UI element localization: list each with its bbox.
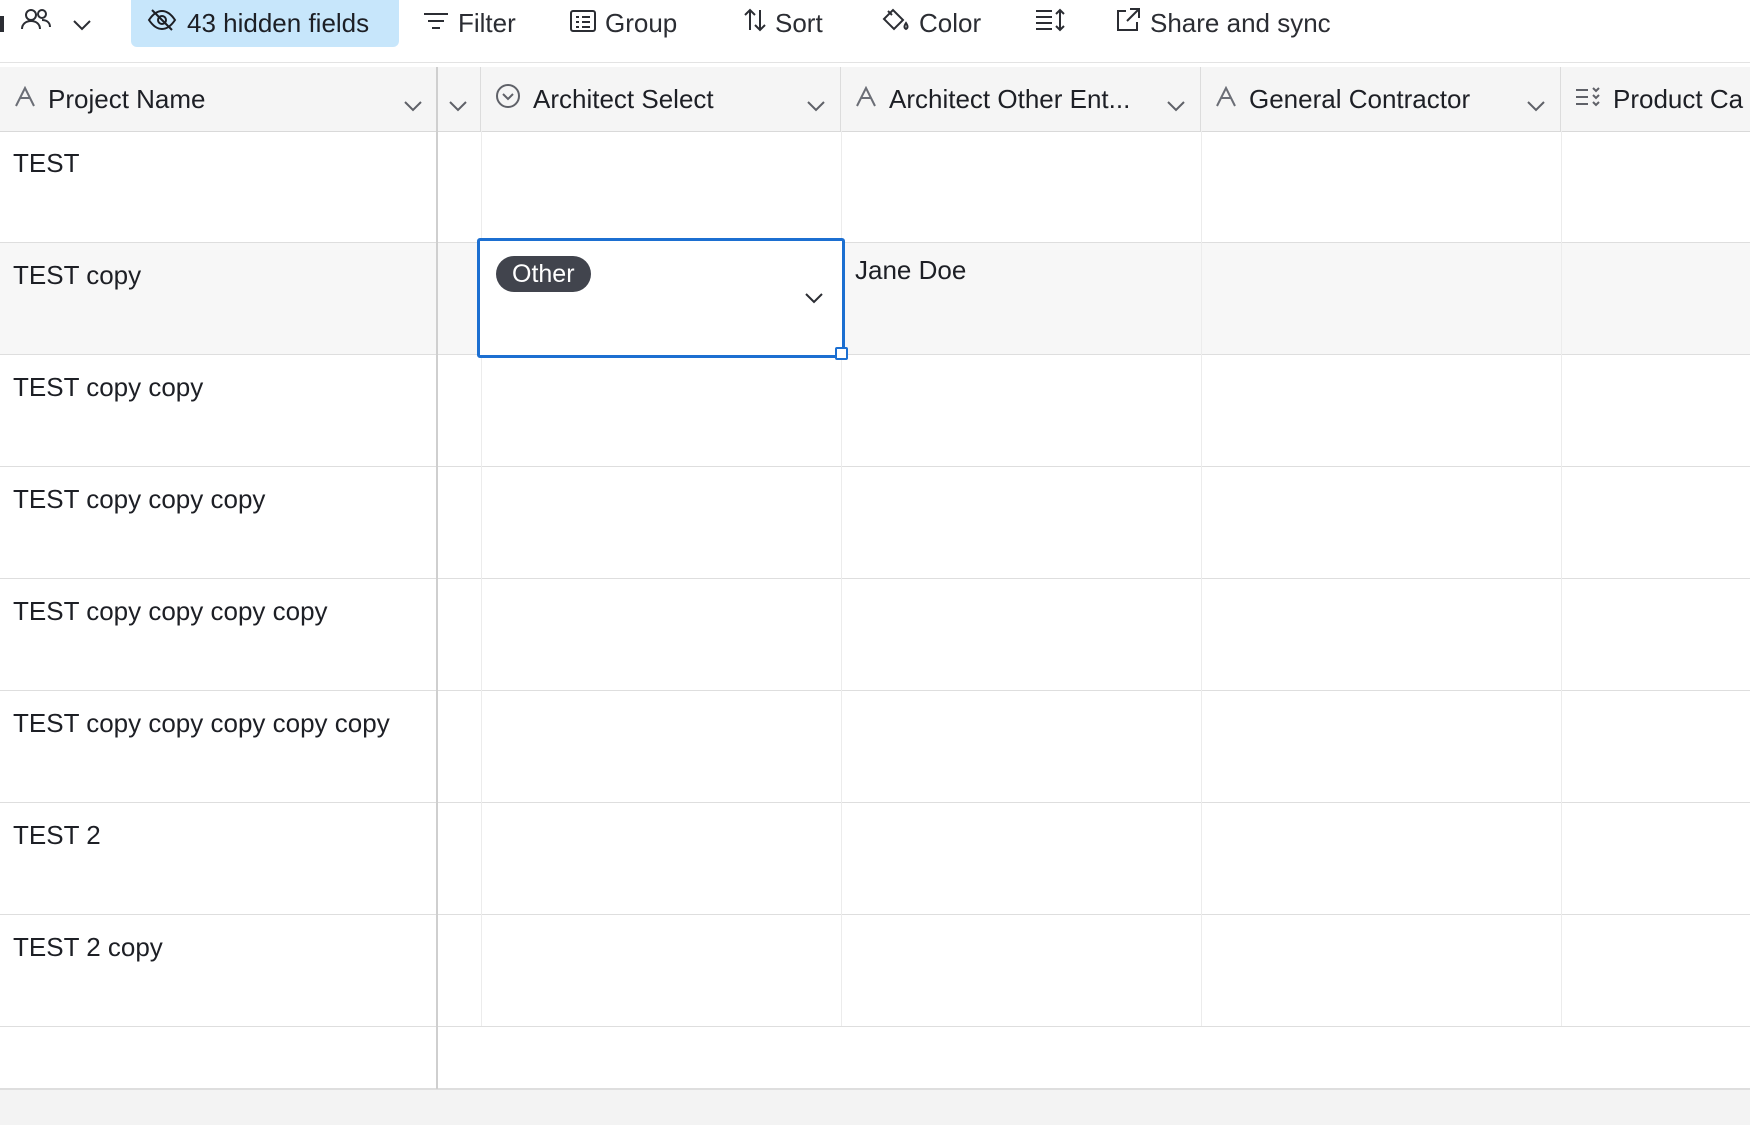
hidden-fields-button[interactable]: 43 hidden fields bbox=[131, 0, 399, 47]
filter-label: Filter bbox=[458, 8, 516, 38]
project-name-cell[interactable]: TEST 2 bbox=[0, 803, 436, 914]
column-header-label: General Contractor bbox=[1249, 83, 1471, 114]
project-name-cell[interactable]: TEST copy copy copy copy bbox=[0, 579, 436, 690]
column-header-architect-other[interactable]: Architect Other Ent... bbox=[841, 67, 1201, 131]
grid-header: Project Name Architect Select Architect … bbox=[0, 67, 1750, 132]
table-row[interactable]: TEST copy copy copy copy bbox=[0, 579, 1750, 691]
column-header-product-category[interactable]: Product Ca bbox=[1561, 67, 1750, 131]
project-name-cell[interactable]: TEST copy bbox=[0, 243, 436, 354]
column-header-project-name[interactable]: Project Name bbox=[0, 67, 438, 131]
column-header-collapsed[interactable] bbox=[438, 67, 481, 131]
external-link-icon bbox=[1115, 7, 1141, 40]
column-header-general-contractor[interactable]: General Contractor bbox=[1201, 67, 1561, 131]
chevron-down-icon[interactable] bbox=[806, 89, 826, 120]
view-name-fragment[interactable] bbox=[0, 0, 4, 47]
hidden-fields-label: 43 hidden fields bbox=[187, 8, 370, 38]
sort-icon bbox=[744, 8, 766, 39]
chevron-down-icon[interactable] bbox=[403, 89, 423, 120]
column-divider bbox=[1561, 131, 1562, 1026]
multi-select-icon bbox=[1575, 84, 1601, 115]
color-label: Color bbox=[919, 8, 982, 38]
text-field-icon bbox=[855, 84, 877, 115]
column-header-label: Architect Select bbox=[533, 83, 714, 114]
table-row[interactable]: TEST 2 copy bbox=[0, 915, 1750, 1027]
column-header-label: Project Name bbox=[48, 83, 206, 114]
column-header-architect-select[interactable]: Architect Select bbox=[481, 67, 841, 131]
share-and-sync-button[interactable]: Share and sync bbox=[1115, 0, 1331, 47]
row-height-button[interactable] bbox=[1035, 0, 1065, 47]
table-row[interactable]: TEST copy copy copy bbox=[0, 467, 1750, 579]
group-icon bbox=[570, 8, 596, 39]
filter-icon bbox=[423, 8, 449, 39]
collaborators-button[interactable] bbox=[20, 0, 52, 47]
text-field-icon bbox=[14, 84, 36, 115]
chevron-down-icon bbox=[72, 8, 92, 39]
architect-other-cell[interactable]: Jane Doe bbox=[855, 255, 966, 286]
select-option-pill: Other bbox=[496, 256, 591, 292]
sort-label: Sort bbox=[775, 8, 823, 38]
table-row[interactable]: TEST copy copy bbox=[0, 355, 1750, 467]
project-name-cell[interactable]: TEST 2 copy bbox=[0, 915, 436, 1026]
column-divider bbox=[1201, 131, 1202, 1026]
project-name-cell[interactable]: TEST copy copy copy bbox=[0, 467, 436, 578]
project-name-cell[interactable]: TEST copy copy copy copy copy bbox=[0, 691, 436, 802]
architect-select-cell-active[interactable]: Other bbox=[477, 238, 845, 358]
chevron-down-icon[interactable] bbox=[448, 89, 468, 120]
column-header-label: Product Ca bbox=[1613, 83, 1744, 114]
group-label: Group bbox=[605, 8, 678, 38]
paint-bucket-icon bbox=[880, 7, 910, 40]
eye-off-icon bbox=[147, 8, 177, 39]
view-options-chevron[interactable] bbox=[72, 0, 92, 47]
primary-column-divider[interactable] bbox=[436, 67, 438, 1124]
fill-handle[interactable] bbox=[835, 347, 848, 360]
chevron-down-icon[interactable] bbox=[1526, 89, 1546, 120]
view-toolbar: 43 hidden fields Filter Group Sort Color bbox=[0, 0, 1750, 63]
color-button[interactable]: Color bbox=[880, 0, 981, 47]
chevron-down-icon[interactable] bbox=[804, 291, 824, 310]
single-select-icon bbox=[495, 83, 521, 116]
filter-button[interactable]: Filter bbox=[423, 0, 516, 47]
table-row[interactable]: TEST copy copy copy copy copy bbox=[0, 691, 1750, 803]
grid-footer bbox=[0, 1089, 1750, 1125]
people-icon bbox=[20, 7, 52, 40]
group-button[interactable]: Group bbox=[570, 0, 677, 47]
text-field-icon bbox=[1215, 84, 1237, 115]
sort-button[interactable]: Sort bbox=[744, 0, 823, 47]
row-height-icon bbox=[1035, 8, 1065, 39]
table-row[interactable]: TEST 2 bbox=[0, 803, 1750, 915]
column-header-label: Architect Other Ent... bbox=[889, 83, 1131, 114]
table-row[interactable]: TEST bbox=[0, 131, 1750, 243]
project-name-cell[interactable]: TEST bbox=[0, 131, 436, 242]
add-row-area[interactable] bbox=[0, 1027, 1750, 1089]
chevron-down-icon[interactable] bbox=[1166, 89, 1186, 120]
project-name-cell[interactable]: TEST copy copy bbox=[0, 355, 436, 466]
share-and-sync-label: Share and sync bbox=[1150, 8, 1331, 38]
